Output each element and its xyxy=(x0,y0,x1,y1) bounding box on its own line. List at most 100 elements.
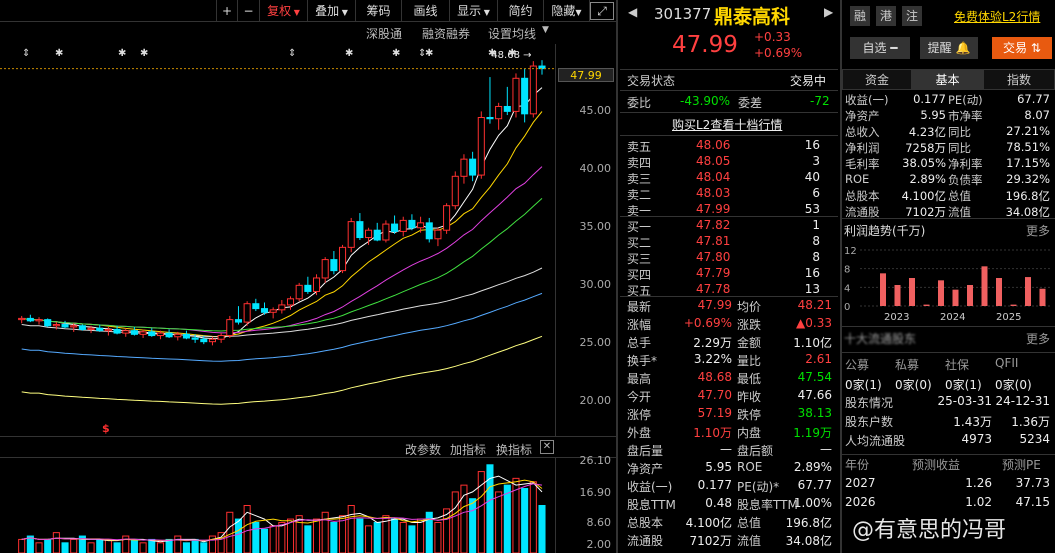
bid-row[interactable]: 买一 47.82 1 xyxy=(620,218,830,234)
tab-basic[interactable]: 基本 xyxy=(912,69,983,90)
event-marker-icon[interactable]: ✱ xyxy=(140,48,148,59)
buy-l2-link[interactable]: 购买L2查看十档行情 xyxy=(672,116,782,133)
candle[interactable] xyxy=(391,215,399,234)
volume-bar[interactable] xyxy=(148,538,156,553)
volume-bar[interactable] xyxy=(417,518,425,553)
set-ma-tab[interactable]: 设置均线 xyxy=(488,25,536,42)
volume-bar[interactable] xyxy=(226,511,234,553)
volume-bar[interactable] xyxy=(373,521,381,553)
volume-bar[interactable] xyxy=(529,481,537,553)
volume-bar[interactable] xyxy=(217,532,225,553)
bid-row[interactable]: 买四 47.79 16 xyxy=(620,266,830,282)
event-marker-icon[interactable]: ✱ xyxy=(392,48,400,59)
bid-row[interactable]: 买二 47.81 8 xyxy=(620,234,830,250)
bid-row[interactable]: 买三 47.80 8 xyxy=(620,250,830,266)
candle[interactable] xyxy=(486,77,494,124)
volume-bar[interactable] xyxy=(87,542,95,553)
volume-bar[interactable] xyxy=(356,518,364,553)
simple-button[interactable]: 简约 xyxy=(498,0,544,22)
profit-bar[interactable] xyxy=(894,285,901,306)
event-marker-icon[interactable]: ✱ xyxy=(345,48,353,59)
event-marker-icon[interactable]: ✱ xyxy=(118,48,126,59)
candle[interactable] xyxy=(408,214,416,231)
volume-bar[interactable] xyxy=(200,542,208,553)
volume-bar[interactable] xyxy=(182,542,190,553)
adjust-price-button[interactable]: 复权 ▼ xyxy=(260,0,308,22)
volume-bar[interactable] xyxy=(521,488,529,553)
volume-bar[interactable] xyxy=(191,538,199,553)
candle[interactable] xyxy=(252,298,260,312)
candle[interactable] xyxy=(130,326,138,336)
volume-bar[interactable] xyxy=(399,521,407,553)
volume-bar[interactable] xyxy=(260,528,269,553)
volume-bar[interactable] xyxy=(365,525,373,553)
volume-bar[interactable] xyxy=(391,518,399,553)
candle[interactable] xyxy=(330,251,338,275)
volume-bar[interactable] xyxy=(503,484,511,553)
candle[interactable] xyxy=(286,296,295,310)
candle[interactable] xyxy=(434,227,442,247)
volume-bar[interactable] xyxy=(35,542,43,553)
event-marker-icon[interactable]: ⇕ xyxy=(288,48,296,59)
candle[interactable] xyxy=(538,60,546,75)
event-marker-icon[interactable]: ✱ xyxy=(55,48,63,59)
candle[interactable] xyxy=(278,300,286,314)
volume-bar[interactable] xyxy=(165,538,173,553)
zoom-in-button[interactable]: + xyxy=(216,0,238,22)
volume-bar[interactable] xyxy=(451,491,459,553)
volume-bar[interactable] xyxy=(122,535,130,553)
candle[interactable] xyxy=(365,227,373,245)
profit-bar[interactable] xyxy=(996,278,1002,306)
candle[interactable] xyxy=(304,276,312,294)
candle[interactable] xyxy=(503,86,511,116)
candle[interactable] xyxy=(339,244,347,274)
volume-bar[interactable] xyxy=(174,535,182,553)
candle[interactable] xyxy=(182,330,190,340)
next-stock-icon[interactable]: ▶ xyxy=(824,5,833,19)
volume-bar[interactable] xyxy=(113,542,121,553)
volume-bar[interactable] xyxy=(538,505,546,553)
volume-bar[interactable] xyxy=(52,532,60,553)
profit-bar[interactable] xyxy=(1039,288,1046,306)
candle[interactable] xyxy=(460,154,468,184)
overlay-button[interactable]: 叠加 ▼ xyxy=(308,0,356,22)
candle[interactable] xyxy=(373,222,381,242)
candle[interactable] xyxy=(382,220,390,243)
volume-bar[interactable] xyxy=(434,521,442,553)
change-indicator-button[interactable]: 换指标 xyxy=(496,441,532,458)
event-marker-icon[interactable]: ✱ xyxy=(488,48,496,59)
candle[interactable] xyxy=(469,151,477,182)
add-indicator-button[interactable]: 加指标 xyxy=(450,441,486,458)
candle[interactable] xyxy=(35,317,43,325)
trade-button[interactable]: 交易 ⇅ xyxy=(992,37,1052,59)
candle[interactable] xyxy=(356,213,364,240)
candle[interactable] xyxy=(217,333,225,343)
candle[interactable] xyxy=(495,102,503,130)
candle[interactable] xyxy=(243,301,251,326)
volume-bar[interactable] xyxy=(61,542,69,553)
holders-more-link[interactable]: 更多 xyxy=(1026,330,1050,347)
tag-zhu[interactable]: 注 xyxy=(902,6,922,26)
candle[interactable] xyxy=(26,314,34,323)
candle[interactable] xyxy=(269,307,277,319)
profit-bar[interactable] xyxy=(909,278,915,306)
candle[interactable] xyxy=(521,68,529,123)
candle[interactable] xyxy=(512,73,520,118)
candle[interactable] xyxy=(321,257,329,283)
volume-bar[interactable] xyxy=(469,498,477,553)
candle[interactable] xyxy=(165,329,173,338)
ask-row[interactable]: 卖四 48.05 3 xyxy=(620,154,830,170)
candle[interactable] xyxy=(18,315,26,324)
profit-bar[interactable] xyxy=(967,285,973,306)
tab-fund[interactable]: 资金 xyxy=(842,69,912,90)
rzrq-tab[interactable]: 融资融券 xyxy=(422,25,470,42)
draw-line-button[interactable]: 画线 xyxy=(402,0,450,22)
hide-button[interactable]: 隐藏▼ xyxy=(544,0,590,22)
volume-bar[interactable] xyxy=(330,521,338,553)
candle[interactable] xyxy=(347,217,355,253)
sgt-tab[interactable]: 深股通 xyxy=(366,25,402,42)
chips-button[interactable]: 筹码 xyxy=(356,0,402,22)
close-icon[interactable]: ✕ xyxy=(540,440,554,454)
event-marker-icon[interactable]: ✱ xyxy=(508,48,516,59)
ask-row[interactable]: 卖五 48.06 16 xyxy=(620,138,830,154)
